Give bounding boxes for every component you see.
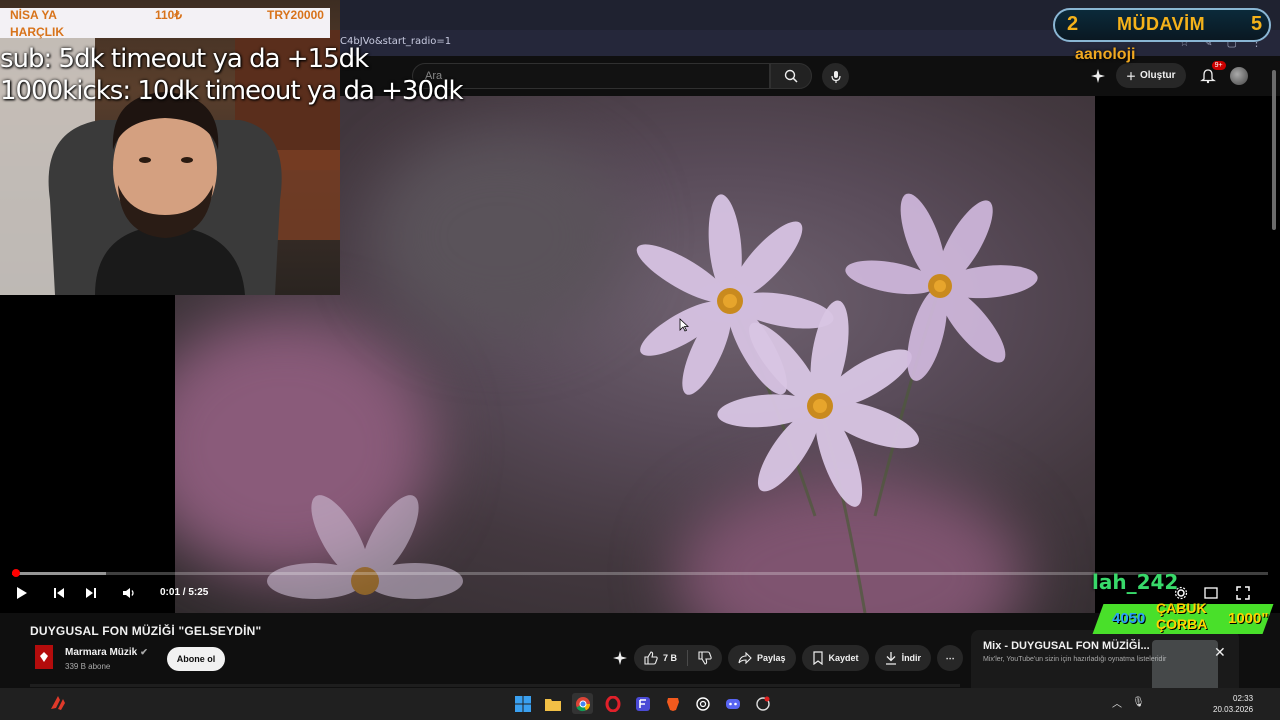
plus-icon: ＋: [1126, 72, 1136, 83]
overlay-rule-1: sub: 5dk timeout ya da +15dk: [0, 44, 369, 74]
create-button[interactable]: ＋ Oluştur: [1116, 63, 1186, 88]
alert-text-line2: ÇORBA: [1156, 616, 1208, 632]
dislike-button[interactable]: [688, 645, 722, 671]
donation-bar: NİSA YA HARÇLIK 110₺ TRY20000: [0, 8, 330, 39]
account-avatar[interactable]: [1229, 66, 1248, 85]
scrollbar-thumb[interactable]: [1272, 70, 1276, 230]
like-count: 7 B: [663, 653, 678, 663]
save-label: Kaydet: [828, 653, 859, 663]
chatgpt-icon[interactable]: [692, 693, 713, 714]
clock-time: 02:33: [1233, 694, 1254, 703]
alert-text-line1: ÇABUK: [1156, 600, 1207, 616]
loyalty-badge: 2 MÜDAVİM 5: [1053, 8, 1271, 42]
progress-bar[interactable]: [11, 569, 1268, 577]
like-button[interactable]: 7 B: [634, 645, 687, 671]
system-tray: ︿ 🎙: [1112, 695, 1145, 710]
video-title: DUYGUSAL FON MÜZİĞİ "GELSEYDİN": [30, 624, 262, 638]
overlay-rule-2: 1000kicks: 10dk timeout ya da +30dk: [0, 76, 464, 106]
ask-ai-icon[interactable]: [612, 650, 628, 666]
video-actions: 7 B Paylaş Kaydet İndir ⋯: [612, 645, 964, 671]
play-icon: [17, 587, 27, 599]
header-actions: ＋ Oluştur 9+: [1090, 60, 1248, 88]
alert-number-left: 4050: [1112, 610, 1146, 627]
clock-date: 20.03.2026: [1213, 705, 1254, 714]
donation-name: NİSA YA: [10, 8, 57, 22]
like-dislike-group: 7 B: [634, 645, 723, 671]
alert-banner: 4050 ÇABUK ÇORBA 1000": [1090, 596, 1280, 640]
donation-goal: TRY20000: [267, 8, 324, 22]
more-horizontal-icon: ⋯: [945, 652, 955, 663]
gemini-icon[interactable]: [1090, 68, 1106, 84]
progress-scrubber[interactable]: [11, 569, 20, 577]
channel-name[interactable]: Marmara Müzik: [65, 647, 137, 658]
screen: C4bJVo&start_radio=1 ☆ ✎ ▢ ⋮ ＋ Oluştur: [0, 0, 1280, 720]
system-clock[interactable]: 02:33 20.03.2026: [1213, 693, 1253, 715]
description-edge: [30, 684, 960, 687]
microphone-tray-icon[interactable]: 🎙: [1132, 697, 1145, 708]
chrome-icon[interactable]: [572, 693, 593, 714]
app-f-icon[interactable]: [632, 693, 653, 714]
alert-username: lah_242: [1092, 570, 1179, 594]
donation-amount: 110₺: [155, 8, 182, 22]
previous-icon: [54, 588, 64, 598]
voice-search-button[interactable]: [822, 63, 849, 90]
alert-number-right: 1000": [1228, 610, 1269, 627]
verified-icon: ✔: [140, 647, 148, 657]
thumbs-up-icon: [644, 651, 658, 665]
taskbar-apps: [512, 693, 773, 714]
badge-left-number: 2: [1067, 13, 1079, 35]
bell-icon: [1199, 68, 1216, 83]
page-scrollbar[interactable]: [1270, 60, 1278, 685]
volume-icon: [123, 588, 134, 598]
next-icon: [86, 588, 96, 598]
opera-icon[interactable]: [602, 693, 623, 714]
channel-logo-icon: [40, 652, 48, 662]
channel-avatar[interactable]: [35, 645, 53, 669]
progress-buffer: [12, 572, 107, 575]
bookmark-icon: [812, 651, 823, 665]
chevron-up-icon[interactable]: ︿: [1112, 695, 1122, 710]
share-button[interactable]: Paylaş: [728, 645, 796, 671]
notification-badge: 9+: [1211, 60, 1226, 70]
mouse-cursor: [679, 318, 689, 332]
search-box[interactable]: [412, 63, 770, 89]
app-logo-icon[interactable]: [48, 694, 68, 714]
file-explorer-icon[interactable]: [542, 693, 563, 714]
subscribe-button[interactable]: Abone ol: [167, 647, 225, 671]
save-button[interactable]: Kaydet: [801, 645, 869, 671]
taskbar: ︿ 🎙: [0, 688, 1280, 720]
flower-blur: [267, 495, 463, 599]
channel-name-row[interactable]: Marmara Müzik ✔: [65, 647, 148, 658]
notifications-button[interactable]: 9+: [1196, 60, 1226, 88]
next-button[interactable]: [82, 584, 100, 602]
overlay-username: aanoloji: [1075, 46, 1136, 63]
search-button[interactable]: [770, 63, 812, 89]
download-icon: [885, 652, 896, 665]
microphone-icon: [830, 70, 841, 83]
share-label: Paylaş: [757, 653, 786, 663]
previous-button[interactable]: [50, 584, 68, 602]
brave-icon[interactable]: [662, 693, 683, 714]
download-label: İndir: [901, 653, 922, 663]
windows-start-icon[interactable]: [512, 693, 533, 714]
discord-icon[interactable]: [722, 693, 743, 714]
share-icon: [738, 652, 752, 664]
search-icon: [784, 69, 798, 83]
create-label: Oluştur: [1140, 70, 1176, 81]
alert-text: ÇABUK ÇORBA: [1156, 600, 1207, 632]
subscriber-count: 339 B abone: [65, 662, 111, 671]
app-record-icon[interactable]: [752, 693, 773, 714]
thumbs-down-icon: [698, 651, 712, 665]
badge-label: MÜDAVİM: [1117, 14, 1206, 34]
download-button[interactable]: İndir: [874, 645, 932, 671]
flower-3: [845, 193, 1038, 381]
badge-right-number: 5: [1251, 13, 1263, 35]
volume-button[interactable]: [120, 584, 138, 602]
more-actions-button[interactable]: ⋯: [937, 645, 964, 671]
time-display: 0:01 / 5:25: [160, 587, 209, 598]
search-input[interactable]: [413, 64, 769, 88]
donation-name-line2: HARÇLIK: [10, 25, 64, 39]
play-button[interactable]: [12, 584, 30, 602]
